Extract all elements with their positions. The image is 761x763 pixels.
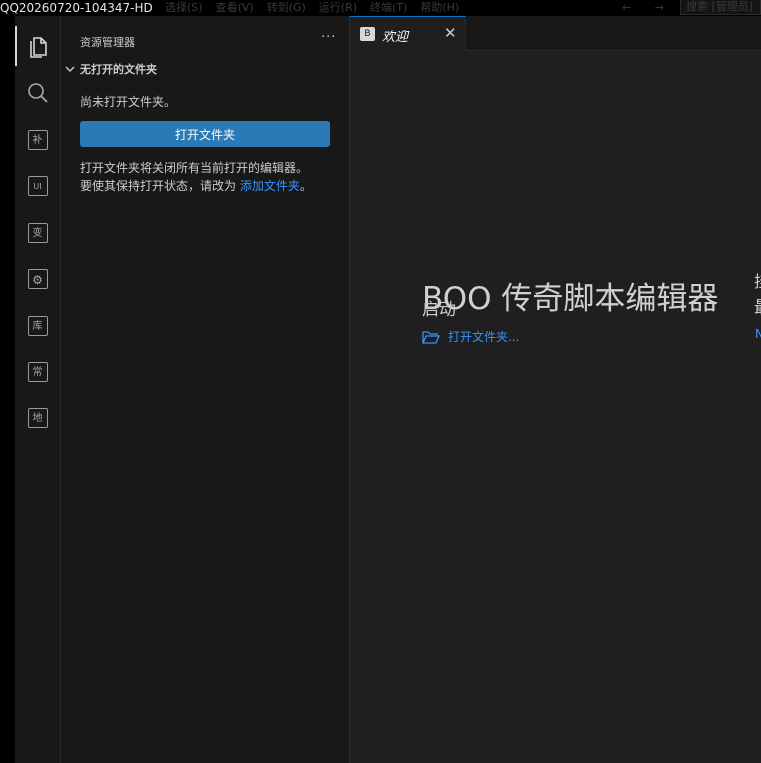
box-icon: 库	[27, 316, 48, 336]
gear-icon: ⚙	[27, 269, 48, 289]
activity-button-bian[interactable]: 变	[15, 213, 60, 253]
description-line-2: 要使其保持打开状态，请改为 添加文件夹。	[80, 177, 335, 195]
window-titlebar: QQ20260720-104347-HD 选择(S) 查看(V) 转到(G) 运…	[0, 0, 761, 16]
box-icon: 补	[27, 130, 48, 150]
activity-button-ku[interactable]: 库	[15, 306, 60, 346]
editor-area: B 欢迎 ✕ BOO 传奇脚本编辑器 启动 打开文件夹... 挂 最 N	[350, 16, 761, 763]
nav-arrows[interactable]: ← →	[622, 0, 674, 16]
explorer-sidebar: 资源管理器 ··· 无打开的文件夹 尚未打开文件夹。 打开文件夹 打开文件夹将关…	[61, 16, 350, 763]
description-prefix: 要使其保持打开状态，请改为	[80, 179, 240, 193]
tab-welcome[interactable]: B 欢迎 ✕	[350, 16, 466, 51]
start-heading: 启动	[422, 300, 456, 320]
explorer-activity-button[interactable]	[15, 26, 60, 66]
open-folder-description: 打开文件夹将关闭所有当前打开的编辑器。 要使其保持打开状态，请改为 添加文件夹。	[80, 159, 335, 195]
menu-item-run[interactable]: 运行(R)	[319, 0, 357, 16]
open-folder-button[interactable]: 打开文件夹	[80, 121, 330, 147]
window-title: QQ20260720-104347-HD	[0, 1, 153, 15]
command-search-box[interactable]: 搜索 [管理员]	[680, 0, 761, 15]
search-activity-button[interactable]	[15, 73, 60, 113]
activity-button-di[interactable]: 地	[15, 398, 60, 438]
editor-tab-bar: B 欢迎 ✕	[350, 16, 761, 51]
cut-off-heading: 挂	[754, 268, 761, 292]
tab-label: 欢迎	[382, 30, 409, 45]
activity-button-ui[interactable]: UI	[15, 166, 60, 206]
box-icon: 地	[27, 408, 48, 428]
app-logo-icon: B	[360, 27, 375, 41]
menu-item-select[interactable]: 选择(S)	[165, 0, 203, 16]
description-suffix: 。	[299, 179, 312, 193]
search-icon	[27, 83, 48, 103]
activity-bar: 补 UI 变 ⚙ 库 常 地	[15, 16, 61, 763]
menu-item-view[interactable]: 查看(V)	[216, 0, 254, 16]
add-folder-link[interactable]: 添加文件夹	[240, 179, 300, 193]
description-line-1: 打开文件夹将关闭所有当前打开的编辑器。	[80, 161, 309, 175]
close-icon[interactable]: ✕	[444, 24, 457, 42]
folder-icon	[422, 330, 440, 344]
menu-item-goto[interactable]: 转到(G)	[267, 0, 306, 16]
menu-item-help[interactable]: 帮助(H)	[420, 0, 459, 16]
no-folder-section-header[interactable]: 无打开的文件夹	[64, 61, 157, 77]
menu-bar: 选择(S) 查看(V) 转到(G) 运行(R) 终端(T) 帮助(H)	[165, 0, 459, 16]
no-folder-message: 尚未打开文件夹。	[80, 95, 177, 109]
sidebar-title: 资源管理器	[80, 36, 135, 49]
section-title: 无打开的文件夹	[80, 63, 157, 76]
welcome-title: BOO 传奇脚本编辑器	[422, 280, 719, 317]
chevron-down-icon	[65, 66, 75, 72]
cut-off-link[interactable]: N	[755, 327, 761, 341]
files-icon	[29, 37, 47, 58]
cut-off-recent-heading: 最	[754, 293, 761, 318]
box-icon: UI	[27, 176, 48, 196]
more-actions-button[interactable]: ···	[321, 30, 336, 45]
box-icon: 变	[27, 223, 48, 243]
activity-button-settings[interactable]: ⚙	[15, 259, 60, 299]
menu-item-terminal[interactable]: 终端(T)	[370, 0, 407, 16]
activity-button-bu[interactable]: 补	[15, 120, 60, 160]
box-icon: 常	[27, 362, 48, 382]
open-folder-link-label: 打开文件夹...	[448, 330, 520, 344]
activity-button-chang[interactable]: 常	[15, 352, 60, 392]
left-black-strip	[0, 16, 15, 763]
open-folder-link[interactable]: 打开文件夹...	[422, 328, 519, 345]
